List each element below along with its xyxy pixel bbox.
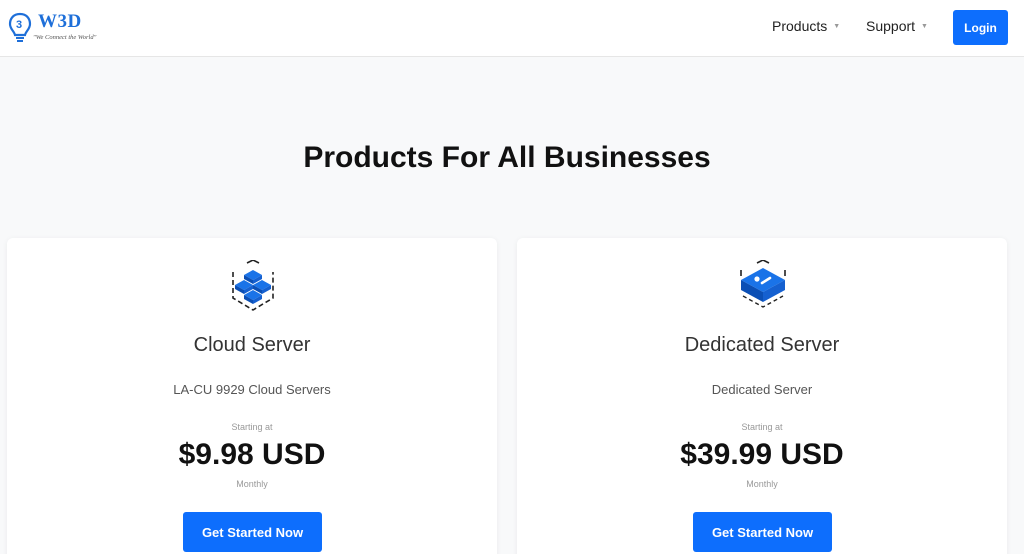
bulb-logo-icon: 3 — [8, 12, 32, 42]
nav-support[interactable]: Support ▼ — [866, 18, 928, 34]
nav-support-label: Support — [866, 18, 916, 34]
billing-period: Monthly — [236, 479, 268, 489]
billing-period: Monthly — [746, 479, 778, 489]
get-started-button[interactable]: Get Started Now — [183, 512, 322, 552]
site-header: 3 W3D "We Connect the World" Products ▼ … — [0, 0, 1024, 57]
starting-at-label: Starting at — [231, 422, 273, 432]
caret-down-icon: ▼ — [921, 23, 928, 30]
logo[interactable]: 3 W3D "We Connect the World" — [8, 10, 108, 50]
product-name: Cloud Server — [193, 334, 311, 356]
get-started-button[interactable]: Get Started Now — [693, 512, 832, 552]
page-title: Products For All Businesses — [303, 141, 711, 174]
svg-text:3: 3 — [16, 19, 22, 31]
product-price: $39.99 USD — [680, 438, 844, 471]
product-name: Dedicated Server — [684, 334, 840, 356]
server-box-icon — [740, 260, 786, 308]
product-description: Dedicated Server — [711, 382, 813, 397]
cloud-blocks-icon — [232, 260, 274, 311]
logo-text: W3D — [38, 11, 82, 32]
product-card-cloud-server: Cloud Server LA-CU 9929 Cloud Servers St… — [7, 238, 497, 554]
logo-tagline: "We Connect the World" — [33, 34, 97, 41]
product-price: $9.98 USD — [178, 438, 326, 471]
product-description: LA-CU 9929 Cloud Servers — [173, 382, 331, 397]
nav-products[interactable]: Products ▼ — [772, 18, 840, 34]
product-card-dedicated-server: Dedicated Server Dedicated Server Starti… — [517, 238, 1007, 554]
caret-down-icon: ▼ — [833, 23, 841, 30]
login-button[interactable]: Login — [953, 10, 1008, 45]
nav-products-label: Products — [772, 18, 828, 34]
starting-at-label: Starting at — [741, 422, 783, 432]
